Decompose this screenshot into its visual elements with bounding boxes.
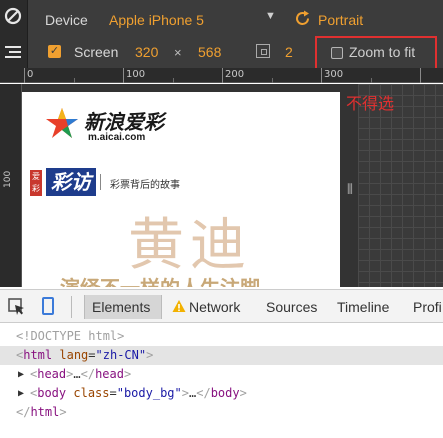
ruler-label: 100 (126, 69, 146, 80)
pixel-ratio-input[interactable]: 2 (285, 44, 293, 60)
logo-domain-text: m.aicai.com (88, 132, 146, 143)
warning-icon (172, 300, 186, 312)
column-badge: 爱彩 (30, 170, 42, 196)
devtools-tab-bar: Elements Network Sources Timeline Profi (0, 289, 443, 323)
screen-label: Screen (74, 44, 119, 60)
disable-emulation-icon[interactable] (3, 6, 23, 26)
chevron-down-icon: ▼ (265, 10, 276, 22)
ruler-tick (321, 68, 322, 83)
emulation-stage: 100 新浪爱彩 m.aicai.com 爱彩 彩访 彩票背后的故事 黄迪 演绎… (0, 84, 443, 287)
device-toolbar: Device Apple iPhone 5 ▼ Portrait ✓ Scree… (28, 0, 443, 70)
viewport-resize-handle[interactable]: ⦀ (344, 179, 356, 199)
zoom-to-fit-label[interactable]: Zoom to fit (349, 44, 415, 60)
column-subtitle: 彩票背后的故事 (110, 180, 180, 191)
ruler-tick (123, 68, 124, 83)
dom-node-doctype[interactable]: <!DOCTYPE html> (0, 327, 443, 346)
tab-network[interactable]: Network (189, 299, 240, 315)
column-brand-logo: 彩访 (46, 168, 96, 196)
vertical-ruler-label: 100 (3, 170, 13, 188)
zoom-to-fit-highlight: Zoom to fit (315, 36, 437, 70)
stage-grid-background (358, 84, 443, 287)
dom-node-head[interactable]: ▶ <head>…</head> (0, 365, 443, 384)
ruler-label: 200 (225, 69, 245, 80)
ruler-label: 0 (27, 69, 34, 80)
annotation-note: 不得选 (346, 94, 395, 113)
screen-width-input[interactable]: 320 (135, 44, 158, 60)
ruler-tick (74, 78, 75, 83)
dom-html-open: <html lang="zh-CN"> (16, 348, 154, 362)
device-value: Apple iPhone 5 (109, 12, 204, 28)
times-symbol: × (174, 45, 182, 60)
tab-timeline[interactable]: Timeline (337, 299, 389, 315)
ruler-tick (222, 68, 223, 83)
ruler-tick (24, 68, 25, 83)
screen-checkbox[interactable]: ✓ (48, 45, 61, 58)
article-headline: 黄迪 (128, 213, 252, 278)
dom-node-html-close[interactable]: </html> (0, 403, 443, 422)
dom-node-body[interactable]: ▶ <body class="body_bg">…</body> (0, 384, 443, 403)
doctype-text: <!DOCTYPE html> (16, 329, 125, 343)
screen-height-input[interactable]: 568 (198, 44, 221, 60)
tab-elements[interactable]: Elements (92, 299, 150, 315)
expand-triangle-icon[interactable]: ▶ (18, 365, 24, 384)
rotate-icon[interactable] (294, 10, 311, 27)
orientation-button[interactable]: Portrait (318, 12, 363, 28)
aicai-logo-icon (46, 108, 78, 138)
device-pixel-ratio-icon (256, 44, 270, 58)
dom-head-collapsed: <head>…</head> (30, 367, 132, 381)
logo-chinese-text: 新浪爱彩 (84, 110, 164, 134)
expand-triangle-icon[interactable]: ▶ (18, 384, 24, 403)
tab-profiles[interactable]: Profi (413, 299, 442, 315)
ruler-tick (371, 78, 372, 83)
zoom-to-fit-checkbox[interactable] (331, 47, 343, 59)
device-mode-icon[interactable] (42, 297, 54, 315)
dom-node-html[interactable]: <html lang="zh-CN"> (0, 346, 443, 365)
inspect-element-icon[interactable] (8, 298, 26, 316)
dom-html-close: </html> (16, 405, 67, 419)
divider (71, 296, 72, 318)
ruler-tick (420, 68, 421, 83)
device-label: Device (45, 12, 88, 28)
horizontal-ruler: 0 100 200 300 (0, 68, 443, 83)
ruler-label: 300 (324, 69, 344, 80)
dom-tree: <!DOCTYPE html> <html lang="zh-CN"> ▶ <h… (0, 324, 443, 438)
tab-sources[interactable]: Sources (266, 299, 317, 315)
emulation-left-column (0, 0, 28, 68)
device-select[interactable]: Apple iPhone 5 (106, 8, 308, 30)
vertical-ruler: 100 (0, 84, 22, 287)
divider (100, 174, 101, 190)
article-tagline: 演绎不一样的人生注脚 (60, 272, 260, 287)
dom-body-collapsed: <body class="body_bg">…</body> (30, 386, 247, 400)
ruler-tick (173, 78, 174, 83)
emulated-viewport[interactable]: 新浪爱彩 m.aicai.com 爱彩 彩访 彩票背后的故事 黄迪 演绎不一样的… (22, 92, 340, 287)
ruler-tick (272, 78, 273, 83)
emulation-settings-icon[interactable] (3, 42, 23, 62)
emulation-toolbar: Device Apple iPhone 5 ▼ Portrait ✓ Scree… (0, 0, 443, 70)
